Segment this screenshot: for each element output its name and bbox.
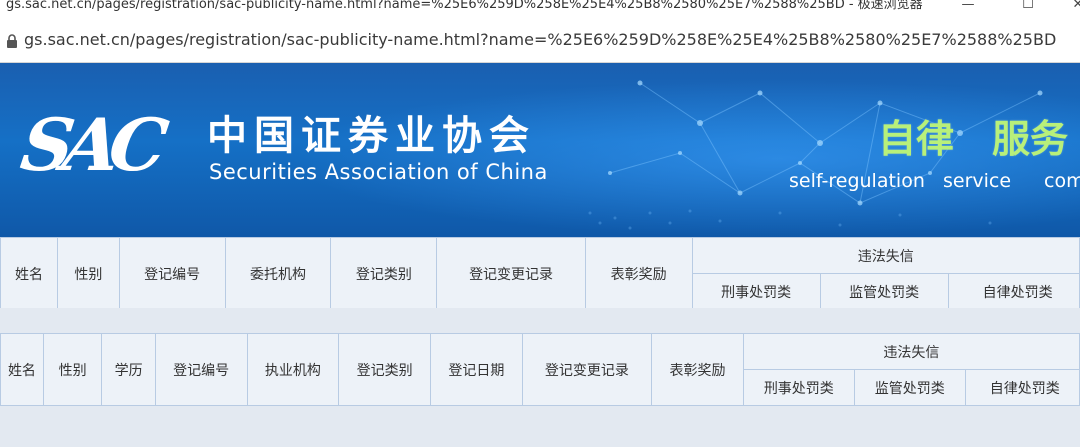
- col-header-registration-date: 登记日期: [430, 333, 523, 406]
- org-name-en: Securities Association of China: [209, 160, 548, 184]
- section-gap: [0, 308, 1080, 333]
- address-bar[interactable]: gs.sac.net.cn/pages/registration/sac-pub…: [0, 18, 1080, 63]
- col-header-registration-number: 登记编号: [118, 237, 226, 310]
- window-title: gs.sac.net.cn/pages/registration/sac-pub…: [6, 0, 923, 12]
- col-header-registration-change-record: 登记变更记录: [436, 237, 586, 310]
- col-header-name: 姓名: [0, 237, 59, 310]
- close-button[interactable]: ✕: [1060, 0, 1080, 18]
- col-header-registration-category: 登记类别: [338, 333, 432, 406]
- maximize-button[interactable]: ☐: [1010, 0, 1046, 18]
- col-header-name: 姓名: [0, 333, 44, 406]
- sac-logo: SAC: [16, 102, 164, 187]
- col-header-registration-category: 登记类别: [330, 237, 438, 310]
- col-header-commendation: 表彰奖励: [651, 333, 744, 406]
- col-header-commendation: 表彰奖励: [584, 237, 693, 310]
- col-header-education: 学历: [101, 333, 156, 406]
- sub-header-self-regulatory-penalty: 自律处罚类: [964, 369, 1080, 406]
- slogan-cn-service: 服务: [992, 117, 1069, 161]
- org-name-cn: 中国证券业协会: [207, 113, 536, 159]
- col-header-gender: 性别: [42, 333, 103, 406]
- site-banner: SAC 中国证券业协会 Securities Association of Ch…: [0, 63, 1080, 237]
- col-header-registration-number: 登记编号: [154, 333, 248, 406]
- col-header-registration-change-record: 登记变更记录: [521, 333, 653, 406]
- group-header-violations: 违法失信: [742, 333, 1080, 370]
- slogan-en-com: com: [1044, 170, 1080, 192]
- registration-table-2: 姓名 性别 学历 登记编号 执业机构 登记类别 登记日期 登记变更记录 表彰奖励…: [0, 333, 1080, 406]
- sub-header-self-regulatory-penalty: 自律处罚类: [947, 273, 1080, 310]
- slogan-en-service: service: [943, 170, 1012, 192]
- sub-header-regulatory-penalty: 监管处罚类: [853, 369, 966, 406]
- lock-icon: [5, 33, 19, 48]
- minimize-button[interactable]: —: [950, 0, 986, 18]
- slogan-cn-self-regulation: 自律: [878, 117, 955, 161]
- slogan-en-self-regulation: self-regulation: [789, 170, 925, 192]
- registration-table-1: 姓名 性别 登记编号 委托机构 登记类别 登记变更记录 表彰奖励 违法失信 刑事…: [0, 237, 1080, 310]
- sub-header-regulatory-penalty: 监管处罚类: [819, 273, 949, 310]
- group-header-violations: 违法失信: [691, 237, 1080, 274]
- sub-header-criminal-penalty: 刑事处罚类: [691, 273, 821, 310]
- col-header-entrusting-institution: 委托机构: [224, 237, 332, 310]
- col-header-gender: 性别: [57, 237, 120, 310]
- sub-header-criminal-penalty: 刑事处罚类: [742, 369, 855, 406]
- col-header-practicing-institution: 执业机构: [246, 333, 340, 406]
- window-titlebar: gs.sac.net.cn/pages/registration/sac-pub…: [0, 0, 1080, 18]
- url-text[interactable]: gs.sac.net.cn/pages/registration/sac-pub…: [24, 28, 1056, 52]
